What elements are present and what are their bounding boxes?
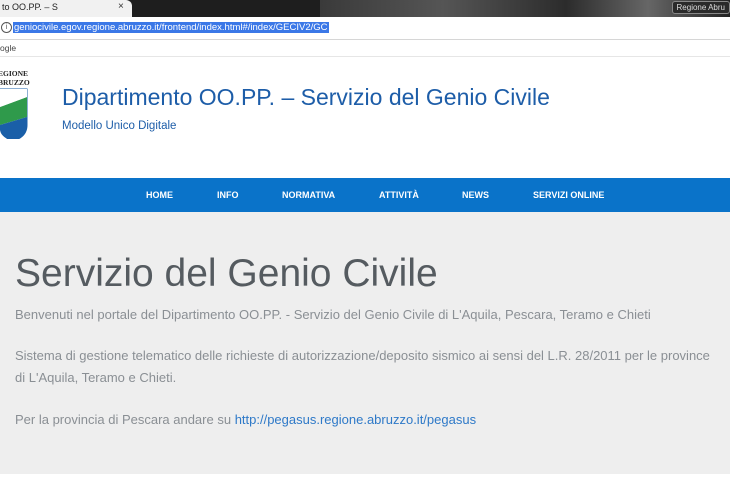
browser-tab-strip: to OO.PP. – S × Regione Abru [0, 0, 730, 17]
page-title: Servizio del Genio Civile [15, 252, 438, 295]
close-icon[interactable]: × [118, 1, 124, 12]
bookmark-item[interactable]: ogle [0, 43, 16, 53]
site-title[interactable]: Dipartimento OO.PP. – Servizio del Genio… [62, 84, 550, 111]
welcome-text: Benvenuti nel portale del Dipartimento O… [15, 307, 651, 322]
tab-strip-background: Regione Abru [320, 0, 730, 17]
regione-abruzzo-logo[interactable]: EGIONE BRUZZO [0, 67, 30, 139]
page-bottom-area [0, 474, 730, 495]
nav-item-attivita[interactable]: ATTIVITÀ [379, 178, 419, 212]
bookmarks-bar: ogle [0, 40, 730, 57]
address-bar[interactable]: i geniocivile.egov.regione.abruzzo.it/fr… [0, 17, 730, 40]
tab-title: to OO.PP. – S [2, 2, 58, 12]
nav-item-servizi-online[interactable]: SERVIZI ONLINE [533, 178, 604, 212]
main-content: Servizio del Genio Civile Benvenuti nel … [0, 212, 730, 474]
nav-item-home[interactable]: HOME [146, 178, 173, 212]
pescara-prefix: Per la provincia di Pescara andare su [15, 412, 235, 427]
site-subtitle: Modello Unico Digitale [62, 120, 177, 132]
nav-item-info[interactable]: INFO [217, 178, 239, 212]
main-nav: HOME INFO NORMATIVA ATTIVITÀ NEWS SERVIZ… [0, 178, 730, 212]
info-icon[interactable]: i [1, 22, 12, 33]
pescara-paragraph: Per la provincia di Pescara andare su ht… [15, 409, 715, 431]
system-description: Sistema di gestione telematico delle ric… [15, 348, 710, 385]
browser-tab[interactable]: to OO.PP. – S × [0, 0, 132, 17]
extension-button[interactable]: Regione Abru [671, 1, 730, 14]
url-text[interactable]: geniocivile.egov.regione.abruzzo.it/fron… [13, 22, 329, 33]
pegasus-link[interactable]: http://pegasus.regione.abruzzo.it/pegasu… [235, 412, 476, 427]
site-header: EGIONE BRUZZO Dipartimento OO.PP. – Serv… [0, 57, 730, 178]
logo-shield-icon [0, 88, 28, 139]
nav-item-normativa[interactable]: NORMATIVA [282, 178, 335, 212]
nav-item-news[interactable]: NEWS [462, 178, 489, 212]
